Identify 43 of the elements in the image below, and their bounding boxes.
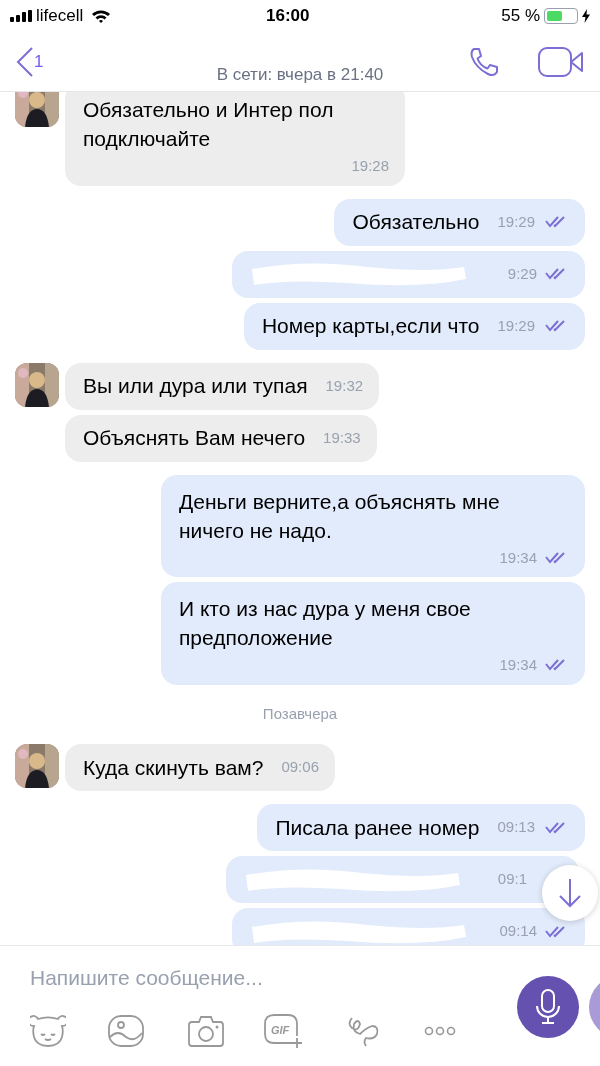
carrier-name: lifecell xyxy=(36,5,84,28)
message-time: 19:29 xyxy=(497,211,535,232)
message-time: 19:33 xyxy=(323,427,361,448)
message-text: Объяснять Вам нечего xyxy=(83,425,306,452)
message-time: 19:34 xyxy=(499,547,537,568)
scroll-down-button[interactable] xyxy=(542,865,598,921)
message-time: 09:06 xyxy=(281,757,319,778)
message-time: 09:13 xyxy=(497,817,535,838)
message-text: И кто из нас дура у меня свое предположение xyxy=(179,596,472,651)
charging-icon xyxy=(582,9,590,23)
message-time: 09:1 xyxy=(497,869,527,890)
back-icon xyxy=(16,45,34,78)
battery-percent: 55 % xyxy=(501,5,540,28)
message-time: 09:14 xyxy=(499,921,537,942)
gallery-icon[interactable] xyxy=(108,1015,144,1047)
message-text: Деньги верните,а объяснять мне ничего не надо. xyxy=(179,488,501,544)
sticker-icon[interactable] xyxy=(30,1015,66,1047)
gif-label: GIF xyxy=(271,1024,290,1036)
message-input[interactable]: Напишите сообщение... xyxy=(30,958,490,998)
battery-icon xyxy=(544,8,578,24)
signal-icon xyxy=(10,10,32,22)
message-time: 19:34 xyxy=(499,655,537,675)
message-time: 9:29 xyxy=(507,263,537,284)
message-time: 19:28 xyxy=(351,156,389,176)
arrow-down-icon xyxy=(558,878,582,908)
last-seen-text: В сети: вчера в 21:40 xyxy=(215,64,385,86)
microphone-icon xyxy=(534,989,562,1025)
message-text: Обязательно и Интер пол подключайте xyxy=(83,97,335,152)
message-text: Номер карты,если что xyxy=(261,313,480,340)
wifi-icon xyxy=(91,9,112,23)
more-icon[interactable] xyxy=(424,1026,456,1036)
phone-icon[interactable] xyxy=(468,45,500,78)
back-button[interactable]: 1 xyxy=(16,45,44,78)
clock: 16:00 xyxy=(266,5,310,28)
message-time: 19:29 xyxy=(497,315,535,336)
message-time: 19:32 xyxy=(325,375,364,396)
message-text: Писала ранее номер xyxy=(275,814,480,841)
camera-icon[interactable] xyxy=(188,1015,224,1047)
message-text: Обязательно xyxy=(352,209,480,236)
date-separator: Позавчера xyxy=(262,703,338,724)
video-camera-icon[interactable] xyxy=(538,46,584,77)
message-text: Куда скинуть вам? xyxy=(83,754,264,781)
message-text: Вы или дура или тупая xyxy=(83,373,308,400)
